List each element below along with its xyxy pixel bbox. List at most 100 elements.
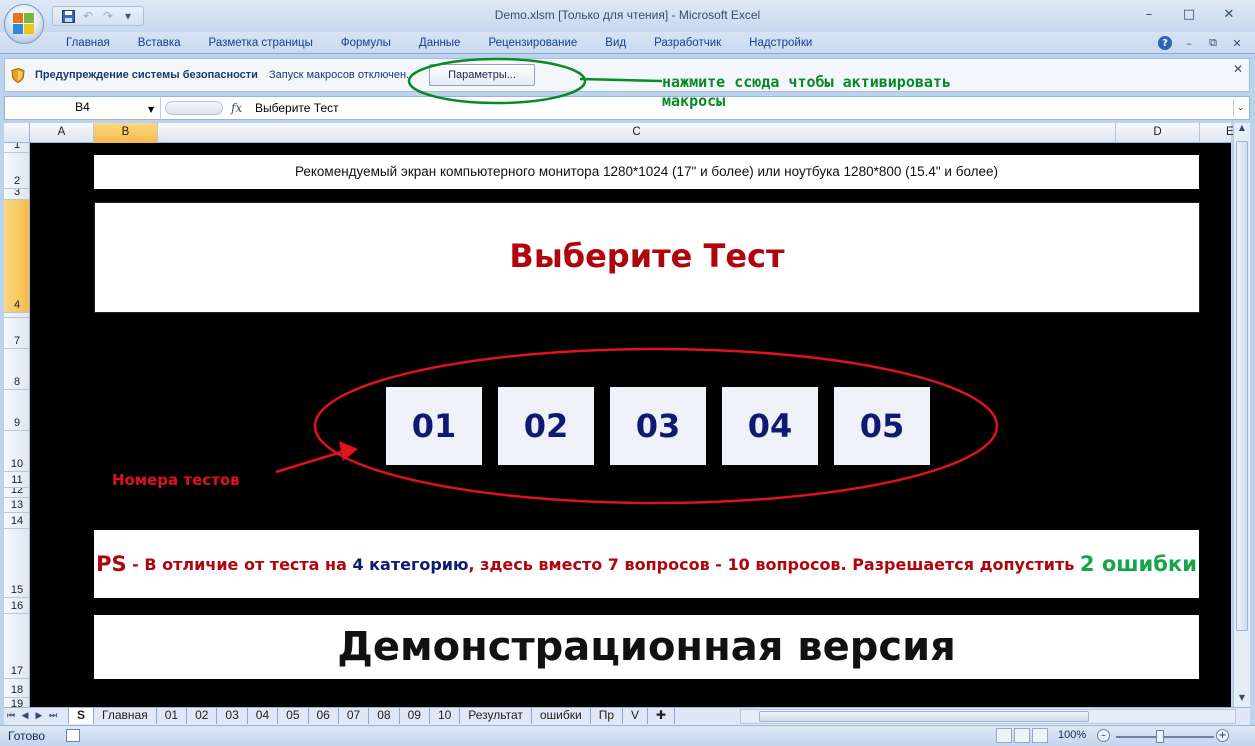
annotation-line-2: макросы <box>662 92 726 110</box>
tab-developer[interactable]: Разработчик <box>640 35 735 53</box>
sheet-tab-10[interactable]: 10 <box>430 708 461 724</box>
vertical-scroll-thumb[interactable] <box>1236 141 1248 631</box>
test-button-03[interactable]: 03 <box>610 387 706 465</box>
tab-formulas[interactable]: Формулы <box>327 35 405 53</box>
close-button[interactable]: ✕ <box>1209 4 1249 24</box>
workbook-close-button[interactable]: ✕ <box>1227 34 1247 52</box>
row-header-19[interactable]: 19 <box>4 698 29 707</box>
row-header-7[interactable]: 7 <box>4 318 29 349</box>
last-sheet-icon[interactable]: ⏭ <box>48 710 58 722</box>
row-header-10[interactable]: 10 <box>4 431 29 472</box>
workbook-minimize-button[interactable]: – <box>1179 34 1199 52</box>
row-header-15[interactable]: 15 <box>4 529 29 598</box>
security-bar-close-icon[interactable]: ✕ <box>1233 62 1243 76</box>
scroll-up-icon[interactable]: ▲ <box>1234 123 1250 137</box>
column-header-a[interactable]: A <box>30 123 94 143</box>
row-header-17[interactable]: 17 <box>4 614 29 679</box>
select-all-button[interactable] <box>4 123 30 143</box>
sheet-tab-07[interactable]: 07 <box>339 708 370 724</box>
column-header-d[interactable]: D <box>1116 123 1200 143</box>
formula-input[interactable]: Выберите Тест <box>255 101 339 115</box>
demo-version-banner: Демонстрационная версия <box>94 615 1199 679</box>
zoom-in-icon[interactable]: + <box>1216 729 1229 742</box>
formula-bar-resize-handle[interactable] <box>165 101 223 115</box>
row-header-16[interactable]: 16 <box>4 598 29 614</box>
sheet-tab-06[interactable]: 06 <box>309 708 339 724</box>
tab-page-layout[interactable]: Разметка страницы <box>195 35 327 53</box>
row-header-3[interactable]: 3 <box>4 189 29 200</box>
row-header-1[interactable]: 1 <box>4 143 29 153</box>
row-header-14[interactable]: 14 <box>4 513 29 529</box>
tab-insert[interactable]: Вставка <box>124 35 195 53</box>
row-header-12[interactable]: 12 <box>4 488 29 498</box>
column-header-b[interactable]: B <box>94 123 158 143</box>
ribbon-window-controls: ? – ⧉ ✕ <box>1155 34 1247 52</box>
zoom-slider[interactable] <box>1116 736 1214 738</box>
sheet-tab-main[interactable]: Главная <box>94 708 157 724</box>
test-button-02[interactable]: 02 <box>498 387 594 465</box>
maximize-button[interactable]: □ <box>1169 4 1209 24</box>
page-layout-view-icon[interactable] <box>1014 728 1030 743</box>
expand-formula-bar-icon[interactable]: ⌄ <box>1233 99 1247 117</box>
row-header-18[interactable]: 18 <box>4 679 29 698</box>
test-button-01[interactable]: 01 <box>386 387 482 465</box>
sheet-tab-09[interactable]: 09 <box>400 708 430 724</box>
sheet-tab-01[interactable]: 01 <box>157 708 188 724</box>
sheet-tab-04[interactable]: 04 <box>248 708 279 724</box>
row-header-11[interactable]: 11 <box>4 472 29 488</box>
row-header-4[interactable]: 4 <box>4 200 29 313</box>
insert-function-icon[interactable]: fx <box>231 101 242 115</box>
ps-note: PS - В отличие от теста на 4 категорию ,… <box>94 530 1199 598</box>
sheet-tab-05[interactable]: 05 <box>278 708 309 724</box>
macro-activation-annotation: нажмите ссюда чтобы активировать макросы <box>662 73 951 111</box>
row-header-2[interactable]: 2 <box>4 153 29 189</box>
name-box-dropdown-icon[interactable]: ▼ <box>148 105 154 114</box>
horizontal-scroll-thumb[interactable] <box>759 711 1089 722</box>
worksheet-area[interactable]: Рекомендуемый экран компьютерного монито… <box>30 143 1231 707</box>
security-options-button[interactable]: Параметры... <box>429 64 535 86</box>
insert-sheet-icon[interactable]: ✚ <box>648 708 676 724</box>
macro-record-icon[interactable] <box>66 729 80 742</box>
scroll-down-icon[interactable]: ▼ <box>1234 693 1250 707</box>
first-sheet-icon[interactable]: ⏮ <box>6 710 16 722</box>
sheet-tab-errors[interactable]: ошибки <box>532 708 591 724</box>
test-button-04[interactable]: 04 <box>722 387 818 465</box>
name-box[interactable]: B4 <box>5 97 161 119</box>
column-header-c[interactable]: C <box>158 123 1116 143</box>
formula-bar: B4 ▼ fx Выберите Тест ⌄ <box>4 96 1250 120</box>
test-button-05[interactable]: 05 <box>834 387 930 465</box>
sheet-tab-03[interactable]: 03 <box>217 708 248 724</box>
tab-addins[interactable]: Надстройки <box>735 35 826 53</box>
minimize-button[interactable]: – <box>1129 4 1169 24</box>
normal-view-icon[interactable] <box>996 728 1012 743</box>
horizontal-scrollbar[interactable] <box>740 709 1236 724</box>
sheet-tab-08[interactable]: 08 <box>369 708 400 724</box>
status-bar: Готово 100% – + <box>0 725 1255 746</box>
tab-home[interactable]: Главная <box>52 35 124 53</box>
zoom-out-icon[interactable]: – <box>1097 729 1110 742</box>
workbook-restore-button[interactable]: ⧉ <box>1203 34 1223 52</box>
zoom-slider-knob[interactable] <box>1156 730 1164 743</box>
security-warning-title: Предупреждение системы безопасности <box>35 69 258 81</box>
cell-b4-selected[interactable]: Выберите Тест <box>94 202 1200 313</box>
sheet-tab-results[interactable]: Результат <box>460 708 532 724</box>
vertical-scrollbar[interactable]: ▲ ▼ <box>1233 123 1250 707</box>
sheet-tab-s[interactable]: S <box>68 708 95 724</box>
ps-word: PS <box>96 552 127 576</box>
row-header-13[interactable]: 13 <box>4 498 29 513</box>
row-header-9[interactable]: 9 <box>4 390 29 431</box>
help-button[interactable]: ? <box>1155 34 1175 52</box>
office-button[interactable] <box>4 4 44 44</box>
sheet-tab-pr[interactable]: Пр <box>591 708 624 724</box>
sheet-tab-v[interactable]: V <box>623 708 649 724</box>
zoom-level[interactable]: 100% <box>1058 729 1086 741</box>
tab-data[interactable]: Данные <box>405 35 475 53</box>
tab-view[interactable]: Вид <box>591 35 640 53</box>
tab-review[interactable]: Рецензирование <box>474 35 591 53</box>
prev-sheet-icon[interactable]: ◀ <box>20 710 30 722</box>
row-header-8[interactable]: 8 <box>4 349 29 390</box>
sheet-tab-02[interactable]: 02 <box>187 708 218 724</box>
choose-test-title: Выберите Тест <box>509 237 785 275</box>
next-sheet-icon[interactable]: ▶ <box>34 710 44 722</box>
page-break-view-icon[interactable] <box>1032 728 1048 743</box>
